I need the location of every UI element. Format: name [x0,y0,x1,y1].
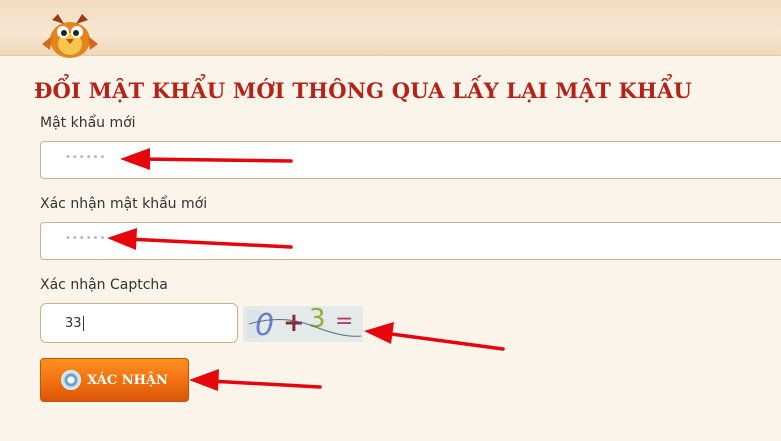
arrow-to-confirm-password [126,237,293,249]
arrow-head [120,148,150,170]
arrow-head [107,228,137,250]
arrow-head [189,369,219,391]
arrow-to-submit [208,379,322,389]
arrow-to-new-password [138,157,293,163]
arrow-head [364,322,394,344]
annotation-arrows [107,148,505,391]
arrow-to-captcha [382,331,505,351]
